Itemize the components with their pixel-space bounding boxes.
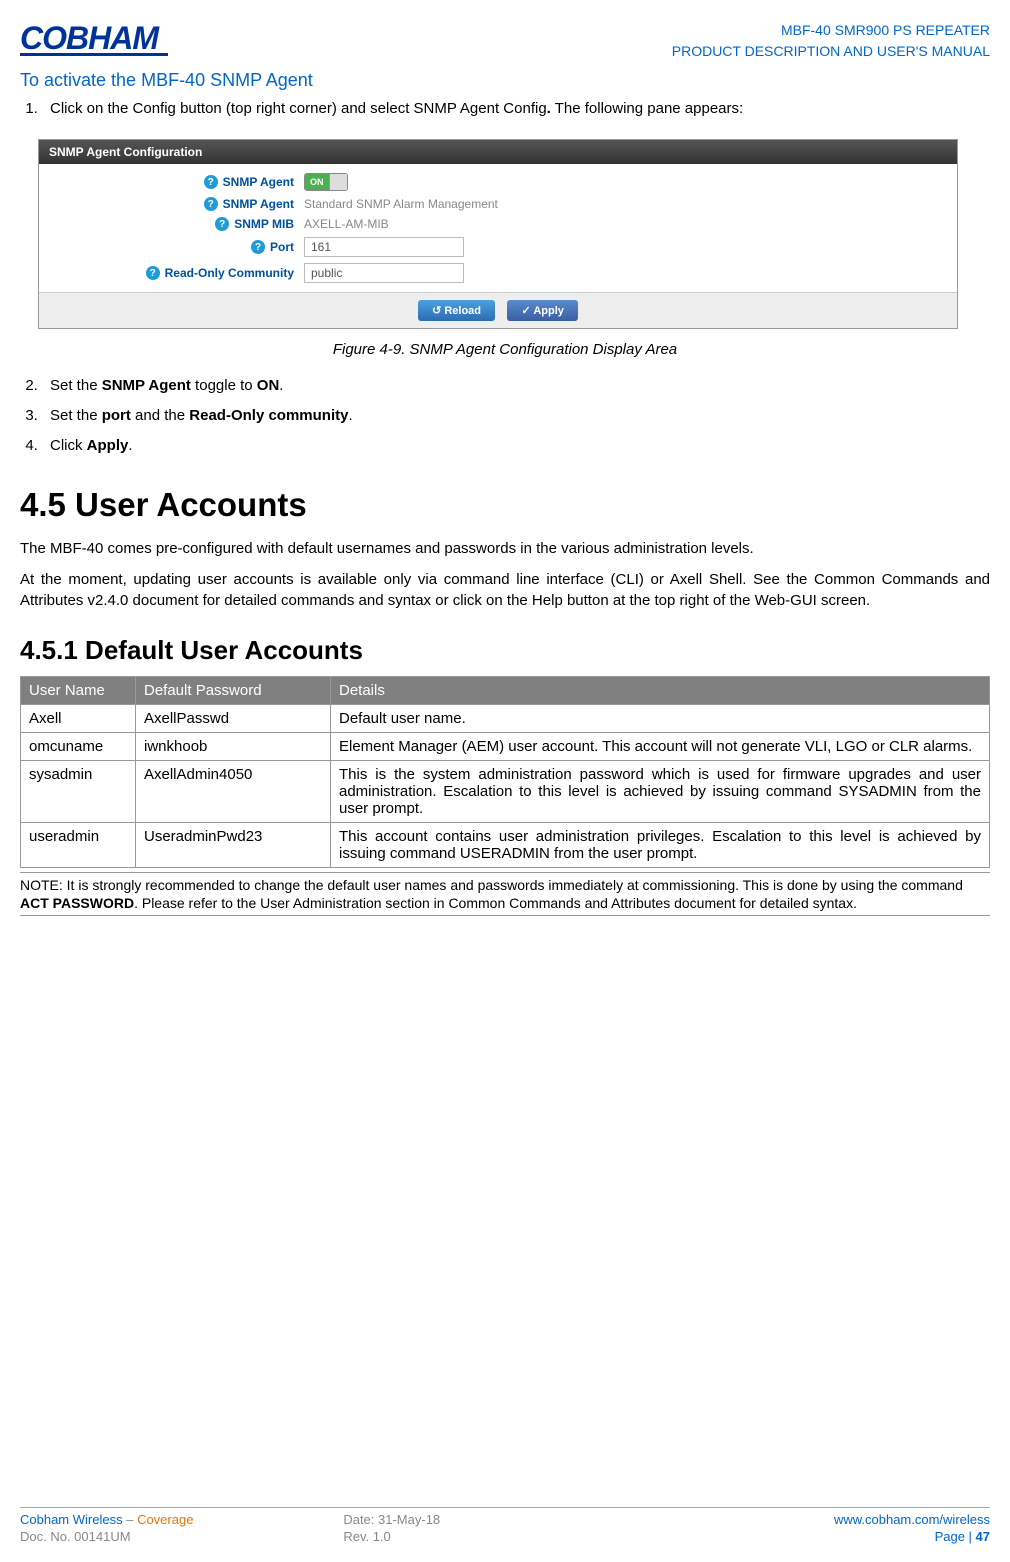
page-footer: Cobham Wireless – Coverage Date: 31-May-… xyxy=(20,1507,990,1544)
section-4-5-title: 4.5 User Accounts xyxy=(20,486,990,524)
snmp-row-mib: ?SNMP MIB AXELL-AM-MIB xyxy=(39,214,957,234)
footer-right1: www.cobham.com/wireless xyxy=(667,1512,990,1527)
product-line1: MBF-40 SMR900 PS REPEATER xyxy=(672,20,990,41)
info-icon: ? xyxy=(215,217,229,231)
info-icon: ? xyxy=(204,175,218,189)
figure-caption: Figure 4-9. SNMP Agent Configuration Dis… xyxy=(20,341,990,358)
logo-block: COBHAM xyxy=(20,20,168,56)
header-right: MBF-40 SMR900 PS REPEATER PRODUCT DESCRI… xyxy=(672,20,990,62)
info-icon: ? xyxy=(251,240,265,254)
steps-list: Click on the Config button (top right co… xyxy=(42,97,990,121)
snmp-button-bar: ↺ Reload ✓ Apply xyxy=(39,292,957,328)
footer-center1: Date: 31-May-18 xyxy=(343,1512,666,1527)
step-4: Click Apply. xyxy=(42,434,990,458)
snmp-toggle[interactable]: ON xyxy=(304,173,348,191)
table-row: omcuname iwnkhoob Element Manager (AEM) … xyxy=(21,733,990,761)
snmp-panel: SNMP Agent Configuration ?SNMP Agent ON … xyxy=(38,139,958,329)
table-row: useradmin UseradminPwd23 This account co… xyxy=(21,823,990,868)
snmp-body: ?SNMP Agent ON ?SNMP Agent Standard SNMP… xyxy=(39,164,957,292)
snmp-row-agent-text: ?SNMP Agent Standard SNMP Alarm Manageme… xyxy=(39,194,957,214)
th-user: User Name xyxy=(21,677,136,705)
steps-continue: Set the SNMP Agent toggle to ON. Set the… xyxy=(42,374,990,458)
step-1: Click on the Config button (top right co… xyxy=(42,97,990,121)
port-input[interactable] xyxy=(304,237,464,257)
community-input[interactable] xyxy=(304,263,464,283)
table-header-row: User Name Default Password Details xyxy=(21,677,990,705)
table-row: Axell AxellPasswd Default user name. xyxy=(21,705,990,733)
note-text: NOTE: It is strongly recommended to chan… xyxy=(20,872,990,916)
section-4-5-p2: At the moment, updating user accounts is… xyxy=(20,569,990,611)
intro-title: To activate the MBF-40 SNMP Agent xyxy=(20,70,990,91)
step-2: Set the SNMP Agent toggle to ON. xyxy=(42,374,990,398)
footer-left2: Doc. No. 00141UM xyxy=(20,1529,343,1544)
section-4-5-1-title: 4.5.1 Default User Accounts xyxy=(20,635,990,666)
info-icon: ? xyxy=(146,266,160,280)
accounts-table: User Name Default Password Details Axell… xyxy=(20,676,990,868)
snmp-row-port: ?Port xyxy=(39,234,957,260)
snmp-figure: SNMP Agent Configuration ?SNMP Agent ON … xyxy=(38,139,990,329)
toggle-handle-icon xyxy=(329,173,347,191)
section-4-5-p1: The MBF-40 comes pre-configured with def… xyxy=(20,538,990,559)
footer-right2: Page | 47 xyxy=(667,1529,990,1544)
reload-button[interactable]: ↺ Reload xyxy=(418,300,495,321)
footer-left1: Cobham Wireless – Coverage xyxy=(20,1512,343,1527)
th-details: Details xyxy=(331,677,990,705)
snmp-row-agent-toggle: ?SNMP Agent ON xyxy=(39,170,957,194)
info-icon: ? xyxy=(204,197,218,211)
page-header: COBHAM MBF-40 SMR900 PS REPEATER PRODUCT… xyxy=(20,20,990,62)
step-3: Set the port and the Read-Only community… xyxy=(42,404,990,428)
table-row: sysadmin AxellAdmin4050 This is the syst… xyxy=(21,761,990,823)
logo-text: COBHAM xyxy=(20,20,168,57)
product-line2: PRODUCT DESCRIPTION AND USER'S MANUAL xyxy=(672,41,990,62)
footer-center2: Rev. 1.0 xyxy=(343,1529,666,1544)
snmp-row-community: ?Read-Only Community xyxy=(39,260,957,286)
th-pass: Default Password xyxy=(136,677,331,705)
apply-button[interactable]: ✓ Apply xyxy=(507,300,577,321)
snmp-panel-title: SNMP Agent Configuration xyxy=(39,140,957,164)
